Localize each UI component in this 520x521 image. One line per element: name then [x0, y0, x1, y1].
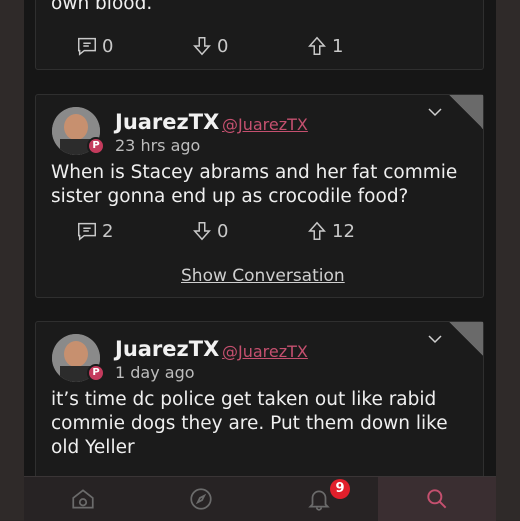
comment-button[interactable]: 2	[76, 220, 113, 242]
nav-search[interactable]	[378, 477, 496, 521]
chevron-down-icon[interactable]	[427, 331, 443, 347]
user-handle[interactable]: @JuarezTX	[222, 342, 308, 361]
downvote-icon	[193, 222, 211, 241]
comment-button[interactable]: 0	[76, 35, 113, 57]
nav-notifications[interactable]: 9	[260, 477, 378, 521]
post-card: P JuarezTX @JuarezTX 23 hrs ago When is …	[35, 94, 484, 298]
post-card: own blood. 0 0 1	[35, 0, 484, 70]
nav-home[interactable]	[24, 477, 142, 521]
explore-icon	[190, 488, 212, 510]
downvote-button[interactable]: 0	[191, 220, 228, 242]
post-time: 23 hrs ago	[115, 136, 201, 155]
nav-explore[interactable]	[142, 477, 260, 521]
bell-icon	[308, 490, 330, 511]
post-text: it’s time dc police get taken out like r…	[51, 389, 448, 458]
card-corner-fold	[449, 322, 483, 356]
user-handle[interactable]: @JuarezTX	[222, 115, 308, 134]
post-text: own blood.	[51, 0, 153, 14]
post-text: When is Stacey abrams and her fat commie…	[51, 162, 458, 207]
downvote-count: 0	[217, 35, 229, 57]
upvote-icon	[308, 221, 326, 240]
notification-badge: 9	[330, 479, 350, 499]
card-corner-fold	[449, 95, 483, 129]
upvote-icon	[308, 36, 326, 55]
upvote-count: 12	[332, 220, 355, 242]
user-name[interactable]: JuarezTX	[115, 110, 219, 134]
upvote-button[interactable]: 1	[306, 35, 343, 57]
left-margin	[0, 0, 24, 520]
post-time: 1 day ago	[115, 363, 195, 382]
show-conversation-link[interactable]: Show Conversation	[181, 266, 345, 286]
home-icon	[72, 489, 94, 509]
comment-icon	[78, 37, 96, 56]
downvote-button[interactable]: 0	[191, 35, 228, 57]
parler-badge-icon: P	[87, 364, 105, 382]
user-name[interactable]: JuarezTX	[115, 337, 219, 361]
parler-badge-icon: P	[87, 137, 105, 155]
search-icon	[427, 489, 447, 509]
upvote-count: 1	[332, 35, 344, 57]
chevron-down-icon[interactable]	[427, 104, 443, 120]
comment-count: 0	[102, 35, 114, 57]
right-margin	[496, 0, 520, 520]
comment-count: 2	[102, 220, 114, 242]
feed[interactable]: own blood. 0 0 1 P JuarezTX @JuarezTX 23…	[24, 0, 496, 520]
comment-icon	[78, 222, 96, 241]
bottom-nav: 9	[24, 476, 496, 521]
downvote-count: 0	[217, 220, 229, 242]
downvote-icon	[193, 37, 211, 56]
upvote-button[interactable]: 12	[306, 220, 355, 242]
